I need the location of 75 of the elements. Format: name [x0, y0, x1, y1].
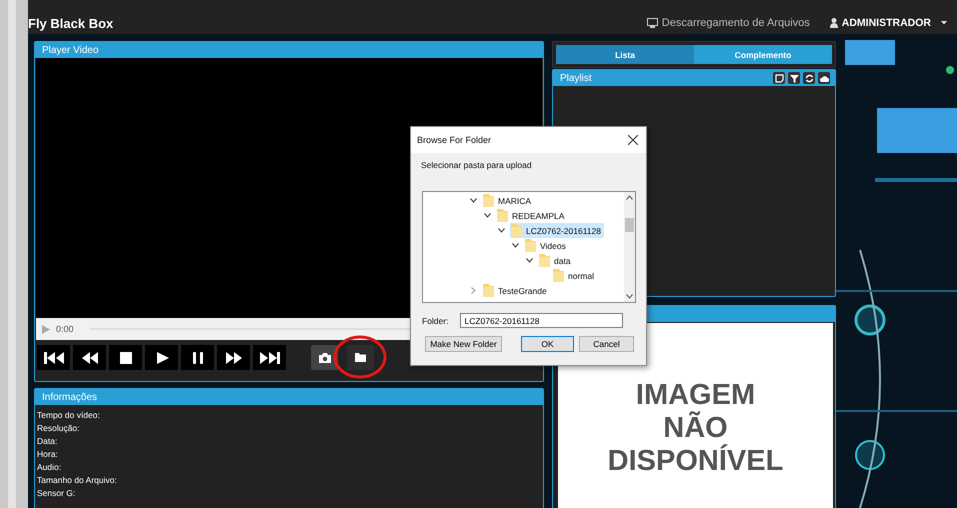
scrollbar[interactable] [624, 192, 635, 302]
folder-input[interactable]: LCZ0762-20161128 [460, 313, 624, 328]
dialog-button[interactable]: Make New Folder [425, 336, 502, 352]
filter-button[interactable] [788, 72, 800, 84]
info-label: Tempo do vídeo: [37, 409, 101, 421]
time-label: 0:00 [56, 324, 74, 334]
info-label: Data: [37, 435, 58, 447]
dialog-button[interactable]: Cancel [579, 336, 634, 352]
ok-button[interactable]: OK [521, 336, 574, 352]
folder-item[interactable]: REDEAMPLA [496, 208, 568, 223]
note-icon [774, 74, 784, 82]
app-title[interactable]: Fly Black Box [28, 16, 114, 30]
note-button[interactable] [773, 72, 785, 84]
info-label: Resolução: [37, 422, 81, 434]
unavailable-text: IMAGEM [636, 379, 756, 411]
unavailable-text: DISPONÍVEL [608, 445, 784, 478]
panel-title: Player Video [42, 44, 99, 56]
folder-button[interactable] [347, 345, 374, 370]
folder-item[interactable]: data [538, 253, 574, 268]
dialog-title: Browse For Folder [417, 135, 492, 145]
first-icon [42, 350, 64, 364]
downloads-link[interactable]: Descarregamento de Arquivos [646, 17, 810, 29]
user-icon [830, 18, 838, 28]
camera-icon [318, 352, 330, 362]
folder-item[interactable]: normal [552, 268, 597, 283]
forward-button[interactable] [217, 345, 250, 370]
upload-icon [820, 74, 828, 82]
panel-title: Informações [42, 392, 98, 402]
user-menu[interactable]: ADMINISTRADOR [830, 17, 947, 29]
monitor-icon [646, 18, 658, 28]
panel-title: Playlist [560, 72, 592, 84]
rewind-button[interactable] [73, 345, 106, 370]
last-button[interactable] [253, 345, 286, 370]
first-button[interactable] [37, 345, 70, 370]
stop-button[interactable] [109, 345, 142, 370]
close-icon[interactable] [628, 135, 638, 145]
info-label: Sensor G: [37, 487, 76, 499]
folder-item[interactable]: TesteGrande [482, 283, 550, 298]
unavailable-text: NÃO [663, 412, 728, 444]
expand-caret-icon[interactable] [469, 198, 478, 203]
camera-button[interactable] [311, 345, 338, 370]
pause-button[interactable] [181, 345, 214, 370]
refresh-icon [804, 74, 814, 82]
folder-icon [525, 239, 536, 252]
folder-icon [511, 224, 522, 237]
scroll-thumb[interactable] [625, 218, 634, 232]
folder-icon [553, 269, 564, 282]
expand-caret-icon[interactable] [483, 213, 492, 218]
info-label: Audio: [37, 461, 62, 473]
folder-icon [483, 194, 494, 207]
folder-icon [497, 209, 508, 222]
refresh-button[interactable] [803, 72, 815, 84]
folder-item[interactable]: LCZ0762-20161128 [510, 223, 604, 238]
upload-button[interactable] [818, 72, 830, 84]
expand-caret-icon[interactable] [497, 228, 506, 233]
info-label: Hora: [37, 448, 59, 460]
info-label: Tamanho do Arquivo: [37, 474, 118, 486]
folder-item[interactable]: MARICA [482, 193, 534, 208]
folder-item[interactable]: Videos [524, 238, 569, 253]
collapse-caret-icon[interactable] [469, 287, 478, 294]
expand-caret-icon[interactable] [525, 258, 534, 263]
folder-label: Folder: [422, 316, 448, 326]
play-button[interactable] [145, 345, 178, 370]
tab[interactable]: Lista [556, 45, 694, 64]
folder-icon [483, 284, 494, 297]
expand-caret-icon[interactable] [511, 243, 520, 248]
filter-icon [790, 74, 798, 82]
scroll-up-icon[interactable] [626, 195, 633, 200]
highlight-circle [333, 335, 387, 379]
folder-icon [539, 254, 550, 267]
scroll-down-icon[interactable] [626, 294, 633, 299]
folder-icon [355, 353, 366, 362]
last-icon [258, 350, 280, 364]
caret-icon [941, 21, 947, 25]
dialog-prompt: Selecionar pasta para upload [421, 160, 533, 170]
